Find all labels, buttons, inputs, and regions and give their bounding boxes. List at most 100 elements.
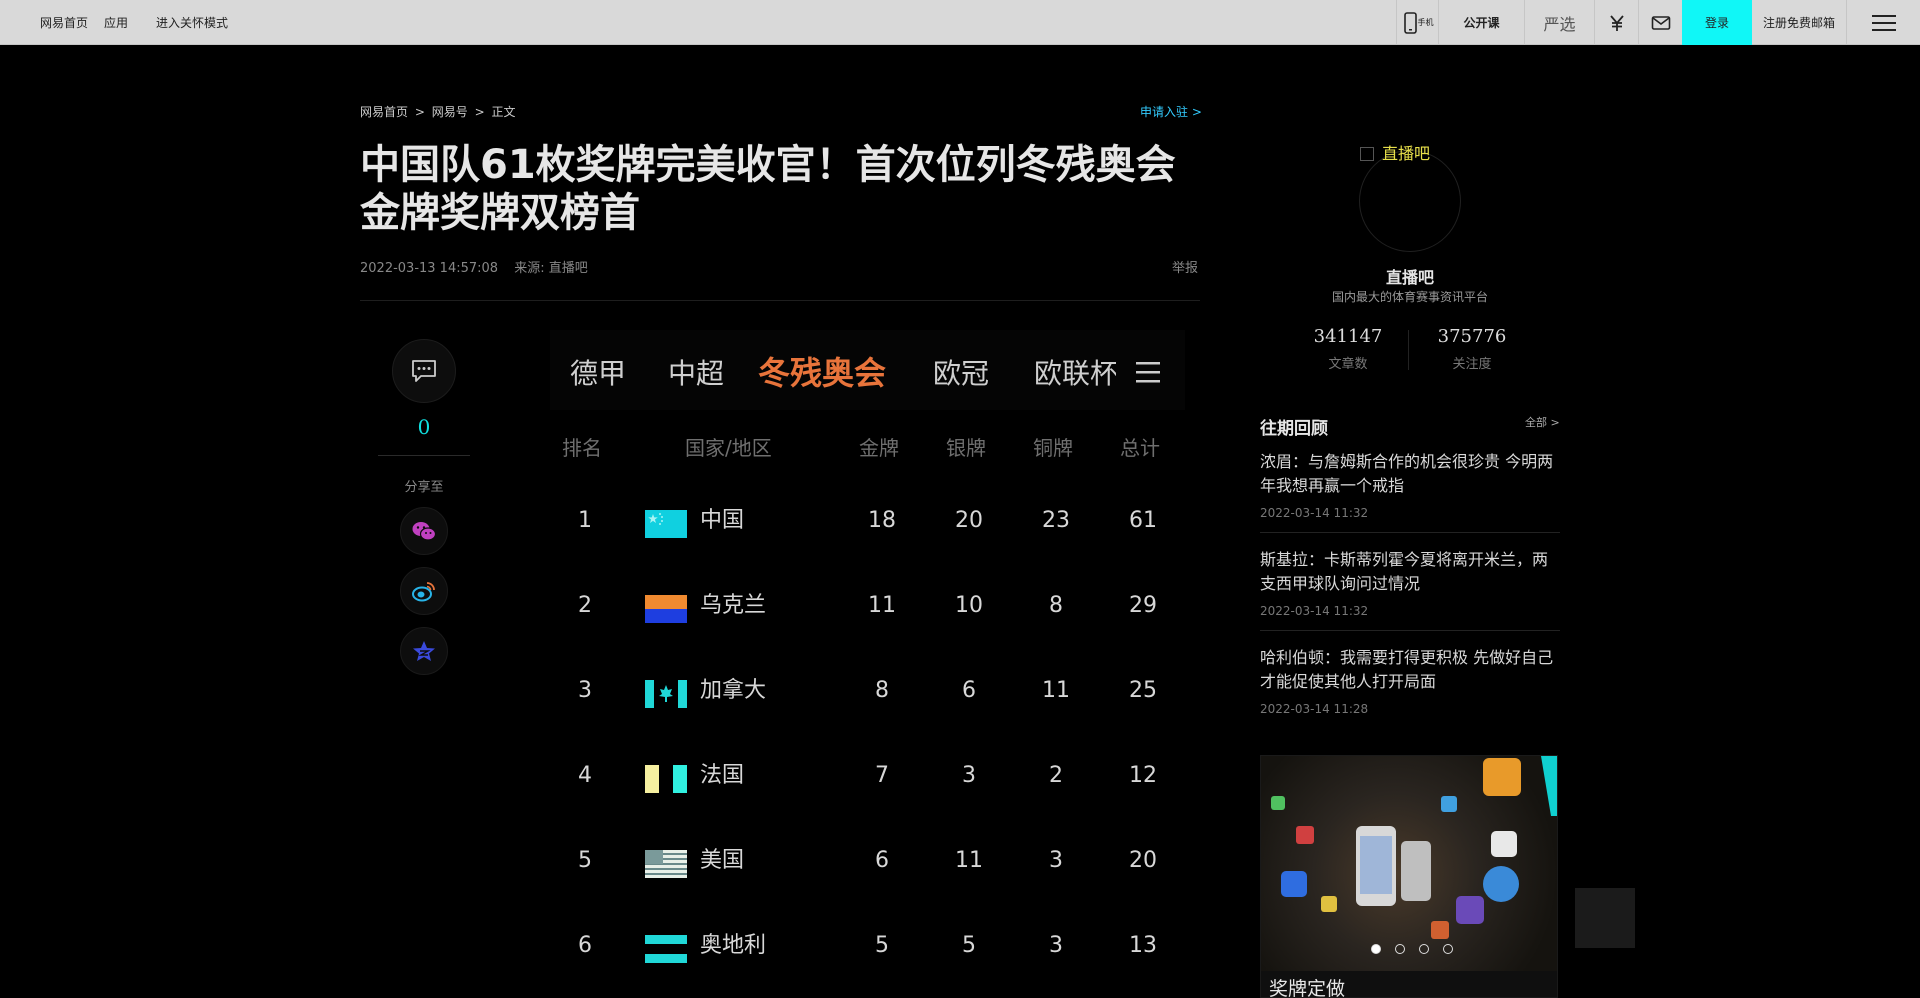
back-to-top-button[interactable]	[1575, 888, 1635, 948]
breadcrumb: 网易首页 > 网易号 > 正文	[360, 103, 518, 120]
carousel-dot[interactable]	[1371, 944, 1381, 954]
rank: 6	[578, 933, 592, 958]
comment-count[interactable]: 0	[378, 415, 470, 439]
total-count: 12	[1129, 763, 1157, 788]
total-count: 29	[1129, 593, 1157, 618]
yuan-icon	[1609, 14, 1624, 31]
france-flag-icon	[645, 765, 687, 793]
table-row: 6 奥地利 5 5 3 13	[550, 903, 1185, 989]
tab-ucl: 欧冠	[933, 357, 990, 390]
list-item[interactable]: 哈利伯顿：我需要打得更积极 先做好自己才能促使其他人打开局面 2022-03-1…	[1260, 646, 1560, 716]
ad-apps-collage-icon	[1271, 756, 1557, 939]
news-divider	[1260, 630, 1560, 631]
nav-home-link[interactable]: 网易首页	[40, 14, 88, 31]
top-bar-right: 手机 公开课 严选 登录 注册免费邮箱	[1396, 0, 1920, 45]
list-item[interactable]: 斯基拉：卡斯蒂列霍今夏将离开米兰，两支西甲球队询问过情况 2022-03-14 …	[1260, 548, 1560, 631]
stat-articles: 341147 文章数	[1288, 326, 1408, 372]
header-country: 国家/地区	[685, 436, 772, 460]
usa-flag-icon	[645, 850, 687, 878]
article-title: 中国队61枚奖牌完美收官！首次位列冬残奥会金牌奖牌双榜首	[360, 142, 1176, 236]
silver-count: 11	[955, 848, 983, 873]
care-mode-link[interactable]: 进入关怀模式	[156, 14, 228, 31]
header-divider	[360, 300, 1200, 301]
mail-button[interactable]	[1638, 0, 1682, 45]
carousel-dot[interactable]	[1419, 944, 1429, 954]
comment-icon	[412, 360, 436, 382]
apply-join-link[interactable]: 申请入驻 >	[1140, 103, 1202, 120]
news-date: 2022-03-14 11:28	[1260, 702, 1369, 716]
tab-menu-icon	[1136, 362, 1160, 383]
social-divider	[378, 455, 470, 456]
breadcrumb-wangyihao[interactable]: 网易号	[432, 105, 468, 119]
total-count: 25	[1129, 678, 1157, 703]
ad-caption[interactable]: 奖牌定做	[1269, 974, 1345, 997]
table-row: 2 乌克兰 11 10 8 29	[550, 563, 1185, 649]
carousel-dots	[1371, 944, 1467, 954]
news-date: 2022-03-14 11:32	[1260, 604, 1369, 618]
carousel-dot[interactable]	[1395, 944, 1405, 954]
tab-paralympics: 冬残奥会	[758, 354, 887, 392]
share-qzone-button[interactable]	[400, 627, 448, 675]
gold-count: 5	[875, 933, 889, 958]
breadcrumb-home[interactable]: 网易首页	[360, 105, 408, 119]
bronze-count: 2	[1049, 763, 1063, 788]
header-bronze: 铜牌	[1033, 436, 1073, 460]
header-gold: 金牌	[859, 436, 899, 460]
gold-count: 8	[875, 678, 889, 703]
breadcrumb-current: 正文	[491, 105, 516, 119]
avatar-broken-image[interactable]: 直播吧	[1360, 140, 1430, 164]
breadcrumb-sep: >	[414, 105, 425, 119]
weibo-icon	[412, 582, 435, 602]
bronze-count: 3	[1049, 933, 1063, 958]
silver-count: 10	[955, 593, 983, 618]
carousel-dot[interactable]	[1443, 944, 1453, 954]
open-course-link[interactable]: 公开课	[1438, 0, 1524, 45]
total-count: 20	[1129, 848, 1157, 873]
avatar-alt-text: 直播吧	[1382, 144, 1431, 163]
author-description: 国内最大的体育赛事资讯平台	[1331, 290, 1488, 304]
author-name[interactable]: 直播吧	[1260, 264, 1560, 288]
country-name: 中国	[700, 508, 745, 533]
ad-image[interactable]	[1261, 756, 1557, 971]
bronze-count: 23	[1042, 508, 1070, 533]
yanxuan-link[interactable]: 严选	[1524, 0, 1594, 45]
rank: 5	[578, 848, 592, 873]
ukraine-flag-icon	[645, 595, 687, 623]
news-date: 2022-03-14 11:32	[1260, 506, 1369, 520]
comment-button[interactable]	[392, 339, 456, 403]
article-source[interactable]: 来源: 直播吧	[514, 261, 588, 276]
nav-apps-link[interactable]: 应用	[104, 14, 128, 31]
canada-flag-icon	[645, 680, 687, 708]
header-silver: 银牌	[946, 436, 986, 460]
list-item[interactable]: 浓眉：与詹姆斯合作的机会很珍贵 今明两年我想再赢一个戒指 2022-03-14 …	[1260, 450, 1560, 533]
rank: 2	[578, 593, 592, 618]
ad-carousel[interactable]: 奖牌定做	[1260, 755, 1558, 998]
mobile-app-button[interactable]: 手机	[1396, 0, 1438, 45]
header-rank: 排名	[562, 436, 602, 460]
news-title[interactable]: 斯基拉：卡斯蒂列霍今夏将离开米兰，两支西甲球队询问过情况	[1260, 548, 1560, 596]
avatar[interactable]	[1359, 150, 1461, 252]
payment-button[interactable]	[1594, 0, 1638, 45]
login-button[interactable]: 登录	[1682, 0, 1752, 45]
hamburger-icon	[1871, 14, 1896, 31]
total-count: 13	[1129, 933, 1157, 958]
share-wechat-button[interactable]	[400, 507, 448, 555]
rank: 4	[578, 763, 592, 788]
past-review-all-link[interactable]: 全部 >	[1525, 414, 1560, 430]
news-title[interactable]: 浓眉：与詹姆斯合作的机会很珍贵 今明两年我想再赢一个戒指	[1260, 450, 1560, 498]
news-title[interactable]: 哈利伯顿：我需要打得更积极 先做好自己才能促使其他人打开局面	[1260, 646, 1560, 694]
menu-button[interactable]	[1846, 0, 1920, 45]
breadcrumb-sep: >	[474, 105, 485, 119]
stat-followers: 375776 关注度	[1412, 326, 1532, 372]
header-total: 总计	[1120, 436, 1160, 460]
share-weibo-button[interactable]	[400, 567, 448, 615]
country-name: 乌克兰	[700, 593, 767, 618]
silver-count: 5	[962, 933, 976, 958]
tab-bundesliga: 德甲	[570, 357, 627, 390]
followers-label: 关注度	[1452, 357, 1492, 372]
register-mail-link[interactable]: 注册免费邮箱	[1752, 0, 1846, 45]
share-label: 分享至	[404, 480, 444, 495]
report-link[interactable]: 举报	[1172, 257, 1198, 276]
medal-tabs: 德甲 中超 冬残奥会 欧冠 欧联杯	[550, 330, 1185, 410]
total-count: 61	[1129, 508, 1157, 533]
